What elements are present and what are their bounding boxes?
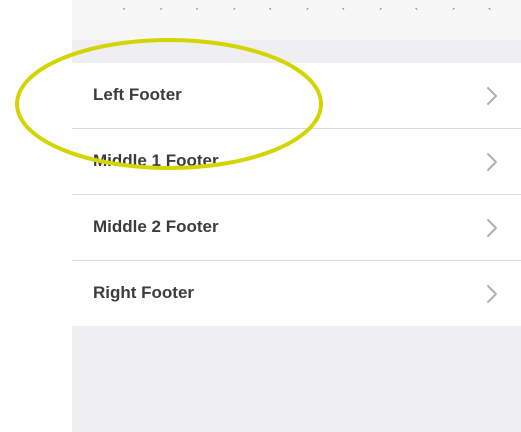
cropped-text-fragment: ˎ ˏ ˎ ˏ ˎ ˏ ˎ ˏ ˎ ˏ ˎ: [122, 0, 507, 10]
chevron-right-icon: [487, 153, 497, 171]
list-item-label: Middle 2 Footer: [93, 217, 219, 236]
list-item-middle-2-footer[interactable]: Middle 2 Footer: [72, 195, 521, 261]
list-item-label: Middle 1 Footer: [93, 151, 219, 170]
list-item-left-footer[interactable]: Left Footer: [72, 63, 521, 129]
settings-panel: ˎ ˏ ˎ ˏ ˎ ˏ ˎ ˏ ˎ ˏ ˎ Left Footer Middle…: [72, 0, 521, 432]
settings-screen: ˎ ˏ ˎ ˏ ˎ ˏ ˎ ˏ ˎ ˏ ˎ Left Footer Middle…: [0, 0, 521, 432]
chevron-right-icon: [487, 87, 497, 105]
chevron-right-icon: [487, 285, 497, 303]
cropped-description-text: ˎ ˏ ˎ ˏ ˎ ˏ ˎ ˏ ˎ ˏ ˎ: [72, 0, 521, 40]
list-item-middle-1-footer[interactable]: Middle 1 Footer: [72, 129, 521, 195]
chevron-right-icon: [487, 219, 497, 237]
footer-options-list: Left Footer Middle 1 Footer Middle 2 Foo…: [72, 63, 521, 326]
list-item-right-footer[interactable]: Right Footer: [72, 261, 521, 326]
list-item-label: Left Footer: [93, 85, 182, 104]
list-item-label: Right Footer: [93, 283, 195, 302]
